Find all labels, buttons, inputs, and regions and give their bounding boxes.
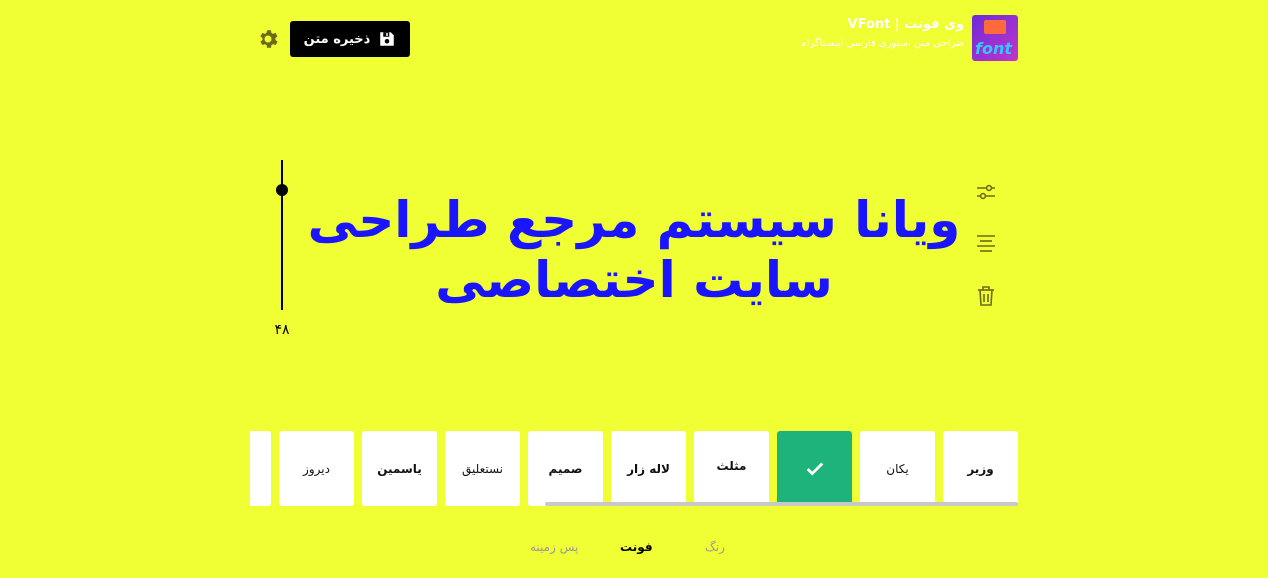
brand: وی فونت | VFont طراحی متن استوری فارسی ا… [800, 15, 964, 49]
align-center-icon[interactable] [974, 232, 998, 256]
font-tile-yekan[interactable]: یکان [860, 431, 935, 506]
tab-color[interactable]: رنگ [705, 540, 725, 554]
tab-font[interactable]: فونت [620, 540, 653, 554]
gear-icon[interactable] [256, 27, 280, 51]
font-tile-label: وزیر [967, 461, 994, 476]
slider-thumb[interactable] [276, 184, 288, 196]
font-tile-lalezar[interactable]: لاله زار [611, 431, 686, 506]
app-title: وی فونت | VFont [847, 17, 964, 32]
logo-mark [984, 20, 1006, 34]
floppy-disk-icon [380, 32, 395, 46]
app-subtitle: طراحی متن استوری فارسی اینستاگرام [800, 38, 964, 49]
font-tile-yasamin[interactable]: یاسمین [362, 431, 437, 506]
font-tile-label: مثلث [716, 459, 747, 473]
font-tile-mosalas[interactable]: مثلث [694, 431, 769, 506]
logo-text: font [975, 39, 1012, 58]
app-header: font وی فونت | VFont طراحی متن استوری فا… [250, 15, 1018, 63]
font-tile-label: یکان [886, 461, 909, 476]
slider-track[interactable] [281, 160, 283, 310]
bottom-tabs: پس زمینه فونت رنگ [520, 540, 730, 560]
font-tile-selected[interactable] [777, 431, 852, 506]
font-size-value: ۴۸ [274, 322, 290, 338]
checkmark-icon [806, 462, 823, 476]
font-tile-nastaliq[interactable]: نستعلیق [445, 431, 520, 506]
story-text-line-1: ویانا سیستم مرجع طراحی [307, 191, 961, 249]
font-tile-samim[interactable]: صمیم [528, 431, 603, 506]
font-picker: وزیر یکان مثلث لاله زار صمیم نستعلیق یاس… [250, 431, 1018, 507]
font-tile-dirooz[interactable]: دیروز [279, 431, 354, 506]
font-tile-label: لاله زار [627, 461, 670, 476]
story-text-line-2: سایت اختصاصی [435, 251, 833, 309]
save-text-label: ذخیره متن [303, 31, 371, 47]
font-tile-label: یاسمین [377, 461, 422, 476]
save-text-button[interactable]: ذخیره متن [290, 21, 410, 57]
font-picker-scrollbar[interactable] [545, 502, 1018, 506]
font-tile-label: نستعلیق [461, 461, 504, 476]
story-text[interactable]: ویانا سیستم مرجع طراحی سایت اختصاصی [300, 190, 968, 310]
vfont-logo[interactable]: font [972, 15, 1018, 61]
text-tools [974, 180, 998, 336]
font-tile-vazir[interactable]: وزیر [943, 431, 1018, 506]
font-tile-partial[interactable] [250, 431, 271, 506]
font-tile-label: دیروز [303, 461, 330, 476]
sliders-icon[interactable] [974, 180, 998, 204]
trash-icon[interactable] [974, 284, 998, 308]
font-size-slider[interactable]: ۴۸ [270, 160, 294, 340]
tab-background[interactable]: پس زمینه [530, 540, 578, 554]
font-tile-label: صمیم [548, 461, 583, 476]
